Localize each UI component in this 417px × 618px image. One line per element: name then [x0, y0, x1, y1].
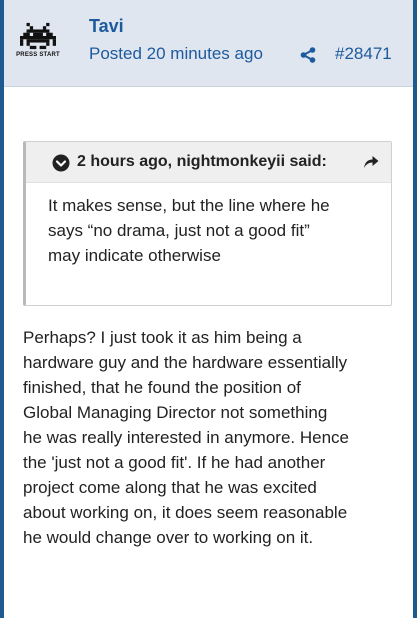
post-content-line: about working on, it does seem reasonabl…: [23, 503, 348, 522]
post-content-line: he was really interested in anymore. Hen…: [23, 428, 349, 447]
share-icon[interactable]: [300, 47, 316, 63]
quote-text: It makes sense, but the line where he sa…: [48, 193, 378, 268]
quote-line: says “no drama, just not a good fit”: [48, 221, 310, 240]
post-content: Perhaps? I just took it as him being a h…: [23, 325, 403, 550]
arrow-right-icon[interactable]: [362, 153, 380, 171]
quote-line: may indicate otherwise: [48, 246, 221, 265]
post-number-link[interactable]: #28471: [335, 44, 392, 64]
post-content-line: project come along that he was excited: [23, 478, 317, 497]
post-content-line: finished, that he found the position of: [23, 378, 301, 397]
quote-block: 2 hours ago, nightmonkeyii said: It make…: [23, 141, 392, 306]
post-content-line: hardware guy and the hardware essentiall…: [23, 353, 348, 372]
avatar[interactable]: PRESS START: [10, 22, 66, 66]
author-name-link[interactable]: Tavi: [89, 16, 124, 37]
forum-post: PRESS START Tavi Posted 20 minutes ago #…: [0, 0, 417, 618]
post-header: PRESS START Tavi Posted 20 minutes ago #…: [4, 0, 413, 87]
chevron-down-circle-icon[interactable]: [52, 154, 70, 172]
post-timestamp-link[interactable]: Posted 20 minutes ago: [89, 44, 263, 64]
quote-line: It makes sense, but the line where he: [48, 196, 330, 215]
post-content-line: the 'just not a good fit'. If he had ano…: [23, 453, 326, 472]
post-content-line: Perhaps? I just took it as him being a: [23, 328, 302, 347]
post-content-line: Global Managing Director not something: [23, 403, 328, 422]
space-invader-icon: [20, 22, 56, 50]
post-content-line: he would change over to working on it.: [23, 528, 314, 547]
avatar-caption: PRESS START: [16, 52, 60, 58]
quote-header[interactable]: 2 hours ago, nightmonkeyii said:: [26, 142, 391, 183]
quote-citation: 2 hours ago, nightmonkeyii said:: [77, 153, 327, 170]
